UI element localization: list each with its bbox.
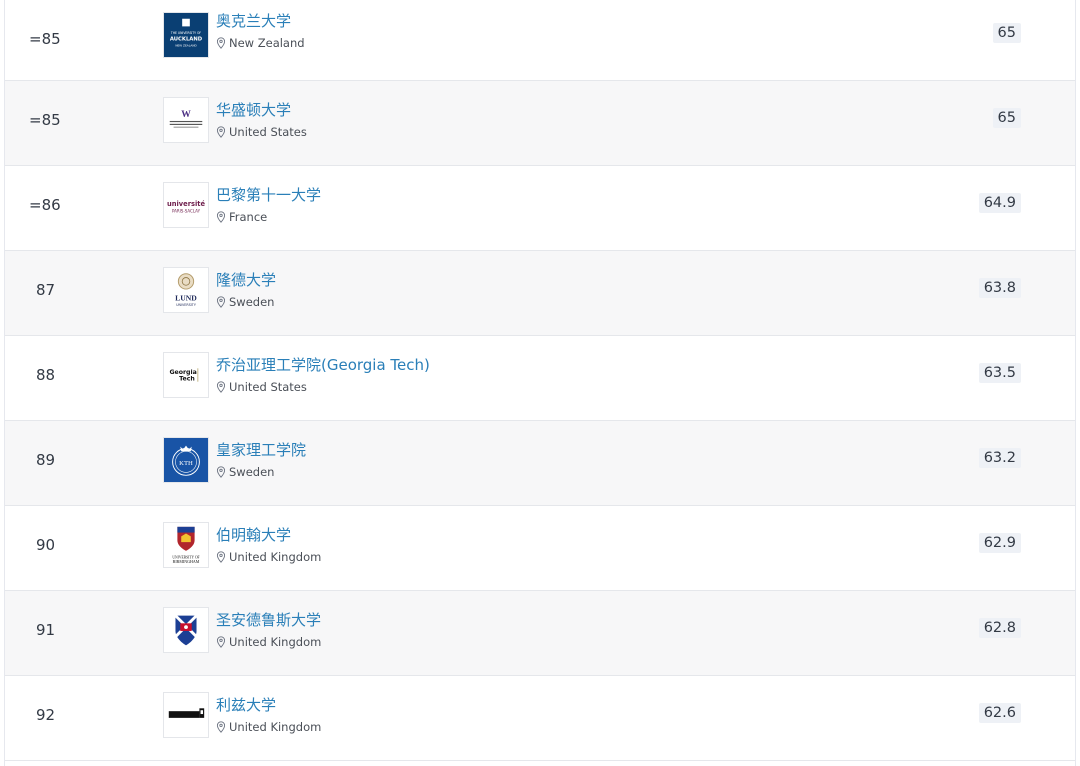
country-label: United Kingdom [229,550,322,564]
ranking-table: =85 THE UNIVERSITY OF AUCKLAND NEW ZEALA… [4,0,1076,766]
table-row: =85 W 华盛顿大学 United States 65 [5,81,1075,166]
birmingham-logo: UNIVERSITY OF BIRMINGHAM [163,522,209,568]
location-pin-icon [216,636,226,648]
logo-text: NEW ZEALAND [175,43,197,47]
logo-text: LUND [175,294,197,303]
location-pin-icon [216,551,226,563]
country-label: New Zealand [229,36,305,50]
university-name-link[interactable]: 奥克兰大学 [216,10,291,31]
location-pin-icon [216,211,226,223]
location: New Zealand [216,36,305,50]
university-name-link[interactable]: 乔治亚理工学院(Georgia Tech) [216,354,430,375]
location-pin-icon [216,466,226,478]
location-pin-icon [216,381,226,393]
logo-text: KTH [179,460,193,467]
table-row: 91 圣安德鲁斯大学 United Kingdom 62.8 [5,591,1075,676]
location: Sweden [216,295,274,309]
washington-logo: W [163,97,209,143]
georgia-tech-logo: Georgia Tech [163,352,209,398]
location: Sweden [216,465,274,479]
country-label: United States [229,380,307,394]
location-pin-icon [216,296,226,308]
score-badge: 62.9 [978,533,1021,553]
table-row: =86 université PARIS-SACLAY 巴黎第十一大学 Fran… [5,166,1075,251]
logo-text: PARIS-SACLAY [172,209,201,214]
table-row: 87 LUND UNIVERSITY 隆德大学 Sweden 63.8 [5,251,1075,336]
location-pin-icon [216,721,226,733]
leeds-logo [163,692,209,738]
rank-cell: =85 [29,111,61,129]
country-label: United Kingdom [229,635,322,649]
rank-cell: =85 [29,30,61,48]
logo-text: THE UNIVERSITY OF [170,31,202,35]
rank-cell: 92 [36,706,56,724]
logo-text: AUCKLAND [170,37,203,43]
location-pin-icon [216,37,226,49]
country-label: United States [229,125,307,139]
country-label: Sweden [229,295,275,309]
logo-text: université [167,200,205,208]
rank-cell: 91 [36,621,56,639]
logo-text: BIRMINGHAM [173,559,200,564]
score-badge: 65 [992,23,1021,43]
university-name-link[interactable]: 利兹大学 [216,694,276,715]
location: France [216,210,267,224]
st-andrews-logo [163,607,209,653]
university-name-link[interactable]: 巴黎第十一大学 [216,184,321,205]
score-badge: 64.9 [978,193,1021,213]
score-badge: 62.8 [978,618,1021,638]
location: United States [216,125,307,139]
score-badge: 65 [992,108,1021,128]
score-badge: 63.2 [978,448,1021,468]
location: United Kingdom [216,635,321,649]
location: United States [216,380,307,394]
score-badge: 63.8 [978,278,1021,298]
score-badge: 62.6 [978,703,1021,723]
rank-cell: 90 [36,536,56,554]
table-row: 90 UNIVERSITY OF BIRMINGHAM 伯明翰大学 United… [5,506,1075,591]
paris-saclay-logo: université PARIS-SACLAY [163,182,209,228]
location: United Kingdom [216,550,321,564]
kth-logo: KTH [163,437,209,483]
university-name-link[interactable]: 圣安德鲁斯大学 [216,609,321,630]
university-name-link[interactable]: 伯明翰大学 [216,524,291,545]
table-row: 92 利兹大学 United Kingdom 62.6 [5,676,1075,761]
table-row: =85 THE UNIVERSITY OF AUCKLAND NEW ZEALA… [5,0,1075,81]
university-name-link[interactable]: 隆德大学 [216,269,276,290]
rank-cell: 88 [36,366,56,384]
lund-logo: LUND UNIVERSITY [163,267,209,313]
rank-cell: 89 [36,451,56,469]
country-label: United Kingdom [229,720,322,734]
logo-text: UNIVERSITY [176,303,197,307]
table-row: 89 KTH 皇家理工学院 Sweden 63.2 [5,421,1075,506]
rank-cell: 87 [36,281,56,299]
logo-text: Tech [179,376,195,383]
rank-cell: =86 [29,196,61,214]
auckland-logo: THE UNIVERSITY OF AUCKLAND NEW ZEALAND [163,12,209,58]
country-label: France [229,210,268,224]
logo-text: W [181,109,191,120]
table-row: 88 Georgia Tech 乔治亚理工学院(Georgia Tech) Un… [5,336,1075,421]
university-name-link[interactable]: 皇家理工学院 [216,439,306,460]
location-pin-icon [216,126,226,138]
location: United Kingdom [216,720,321,734]
score-badge: 63.5 [978,363,1021,383]
university-name-link[interactable]: 华盛顿大学 [216,99,291,120]
country-label: Sweden [229,465,275,479]
